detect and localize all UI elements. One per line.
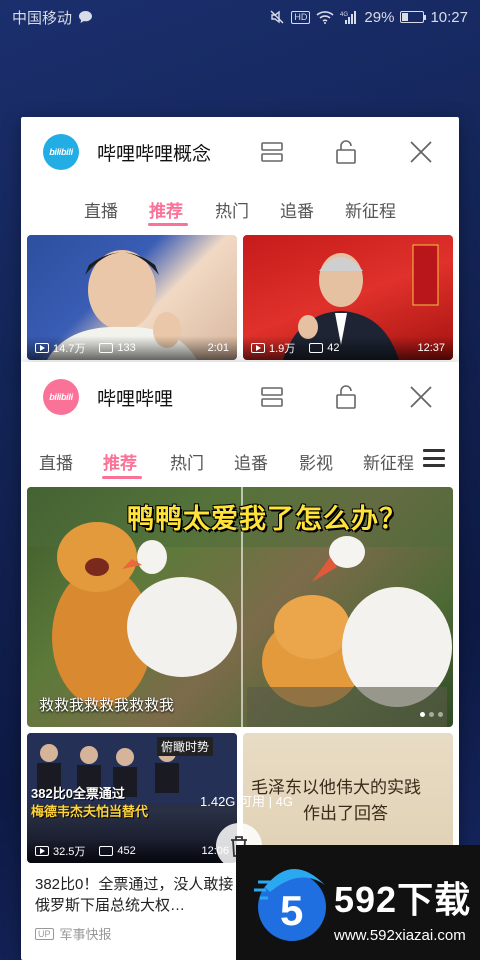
card-header: bilibili 哔哩哔哩概念 [21, 117, 459, 187]
video-thumbnail[interactable]: 1.9万 42 12:37 [243, 235, 453, 360]
view-count: 1.9万 [269, 343, 296, 355]
video-title[interactable]: 382比0！全票通过，没人敢接俄罗斯下届总统大权… [35, 874, 235, 916]
tab-bar: 直播 推荐 热门 追番 影视 新征程 [21, 432, 459, 487]
uploader-name: 军事快报 [59, 927, 112, 942]
hd-icon: HD [291, 10, 311, 24]
view-count: 14.7万 [53, 343, 86, 355]
wifi-icon [316, 10, 334, 24]
tab-live[interactable]: 直播 [39, 449, 73, 474]
banner-caption: 救救我救救我救救我 [39, 697, 175, 714]
battery-fill [402, 13, 409, 21]
bilibili-concept-logo: bilibili [43, 134, 79, 170]
tab-hot[interactable]: 热门 [170, 449, 204, 474]
watermark-url: www.592xiazai.com [334, 927, 466, 944]
up-badge: UP [35, 927, 54, 940]
clock: 10:27 [430, 8, 468, 26]
comment-count-icon [309, 343, 324, 353]
lock-button[interactable] [330, 136, 362, 168]
tab-anime[interactable]: 追番 [280, 197, 314, 222]
menu-icon[interactable] [423, 447, 445, 469]
comment-count: 133 [117, 342, 136, 354]
split-screen-icon [261, 142, 283, 162]
svg-text:5: 5 [280, 887, 303, 934]
status-bar: 中国移动 HD 4G 29% 10:27 [0, 0, 480, 34]
video-meta: 14.7万 133 2:01 [27, 336, 237, 360]
battery-percent: 29% [364, 8, 395, 26]
close-icon [410, 386, 432, 408]
play-count-icon [251, 343, 265, 353]
app-title: 哔哩哔哩 [97, 388, 174, 410]
card-header: bilibili 哔哩哔哩 [21, 362, 459, 432]
app-title: 哔哩哔哩概念 [97, 143, 212, 165]
tab-bar: 直播 推荐 热门 追番 新征程 [21, 187, 459, 232]
tab-hot[interactable]: 热门 [215, 197, 249, 222]
thumb-text: 作出了回答 [303, 804, 388, 824]
memory-status: 1.42G 可用 | 4G [200, 794, 293, 809]
lock-button[interactable] [330, 381, 362, 413]
view-count: 32.5万 [53, 846, 86, 858]
comment-count: 452 [117, 845, 136, 857]
carousel-dot[interactable] [438, 712, 443, 717]
signal-icon: 4G [340, 10, 358, 24]
thumb-text: 382比0全票通过 [31, 786, 125, 801]
carousel-dots [420, 712, 443, 717]
tab-new-journey[interactable]: 新征程 [345, 197, 396, 222]
svg-text:4G: 4G [340, 12, 348, 18]
video-thumbnail[interactable]: 14.7万 133 2:01 [27, 235, 237, 360]
tab-recommend[interactable]: 推荐 [103, 449, 137, 474]
carousel-dot[interactable] [420, 712, 425, 717]
video-duration: 12:37 [417, 342, 445, 354]
bilibili-logo: bilibili [43, 379, 79, 415]
unlock-icon [336, 385, 356, 409]
carousel-dot[interactable] [429, 712, 434, 717]
back-button[interactable] [122, 922, 144, 951]
tab-movies[interactable]: 影视 [299, 449, 333, 474]
active-tab-indicator [102, 476, 142, 479]
close-button[interactable] [405, 136, 437, 168]
close-button[interactable] [405, 381, 437, 413]
thumb-badge: 俯瞰时势 [157, 737, 214, 756]
tab-recommend[interactable]: 推荐 [149, 197, 183, 222]
video-duration: 2:01 [207, 342, 229, 354]
mute-icon [269, 9, 285, 25]
video-meta: 1.9万 42 12:37 [243, 336, 453, 360]
close-icon [410, 141, 432, 163]
play-count-icon [35, 846, 49, 856]
watermark: 5 592下载 www.592xiazai.com [236, 845, 480, 960]
uploader-row[interactable]: UP 军事快报 [35, 924, 112, 943]
comment-count: 42 [327, 342, 340, 354]
carrier-name: 中国移动 [12, 9, 73, 27]
banner-title: 鸭鸭太爱我了怎么办？ [127, 504, 407, 534]
status-left: 中国移动 [12, 7, 93, 28]
battery-icon [400, 11, 427, 23]
tab-new-journey[interactable]: 新征程 [363, 449, 419, 474]
play-count-icon [35, 343, 49, 353]
status-right: HD 4G 29% 10:27 [269, 9, 468, 26]
tab-anime[interactable]: 追番 [234, 449, 268, 474]
chat-bubble-icon [78, 10, 93, 24]
recent-app-card-back[interactable]: bilibili 哔哩哔哩概念 直播 推荐 热门 追番 新征程 14.7万 13… [21, 117, 459, 367]
comment-count-icon [99, 343, 114, 353]
tab-live[interactable]: 直播 [84, 197, 118, 222]
active-tab-indicator [148, 223, 188, 226]
comment-count-icon [99, 846, 114, 856]
watermark-logo: 5 [254, 868, 326, 941]
unlock-icon [336, 140, 356, 164]
split-screen-button[interactable] [256, 381, 288, 413]
video-meta: 32.5万 452 12:06 [27, 839, 237, 863]
back-triangle-icon [124, 923, 141, 945]
watermark-brand: 592下载 [334, 879, 472, 920]
split-screen-icon [261, 387, 283, 407]
thumb-text: 梅德韦杰夫怕当替代 [31, 804, 149, 819]
featured-banner[interactable]: 鸭鸭太爱我了怎么办？ 救救我救救我救救我 [27, 487, 453, 727]
split-screen-button[interactable] [256, 136, 288, 168]
